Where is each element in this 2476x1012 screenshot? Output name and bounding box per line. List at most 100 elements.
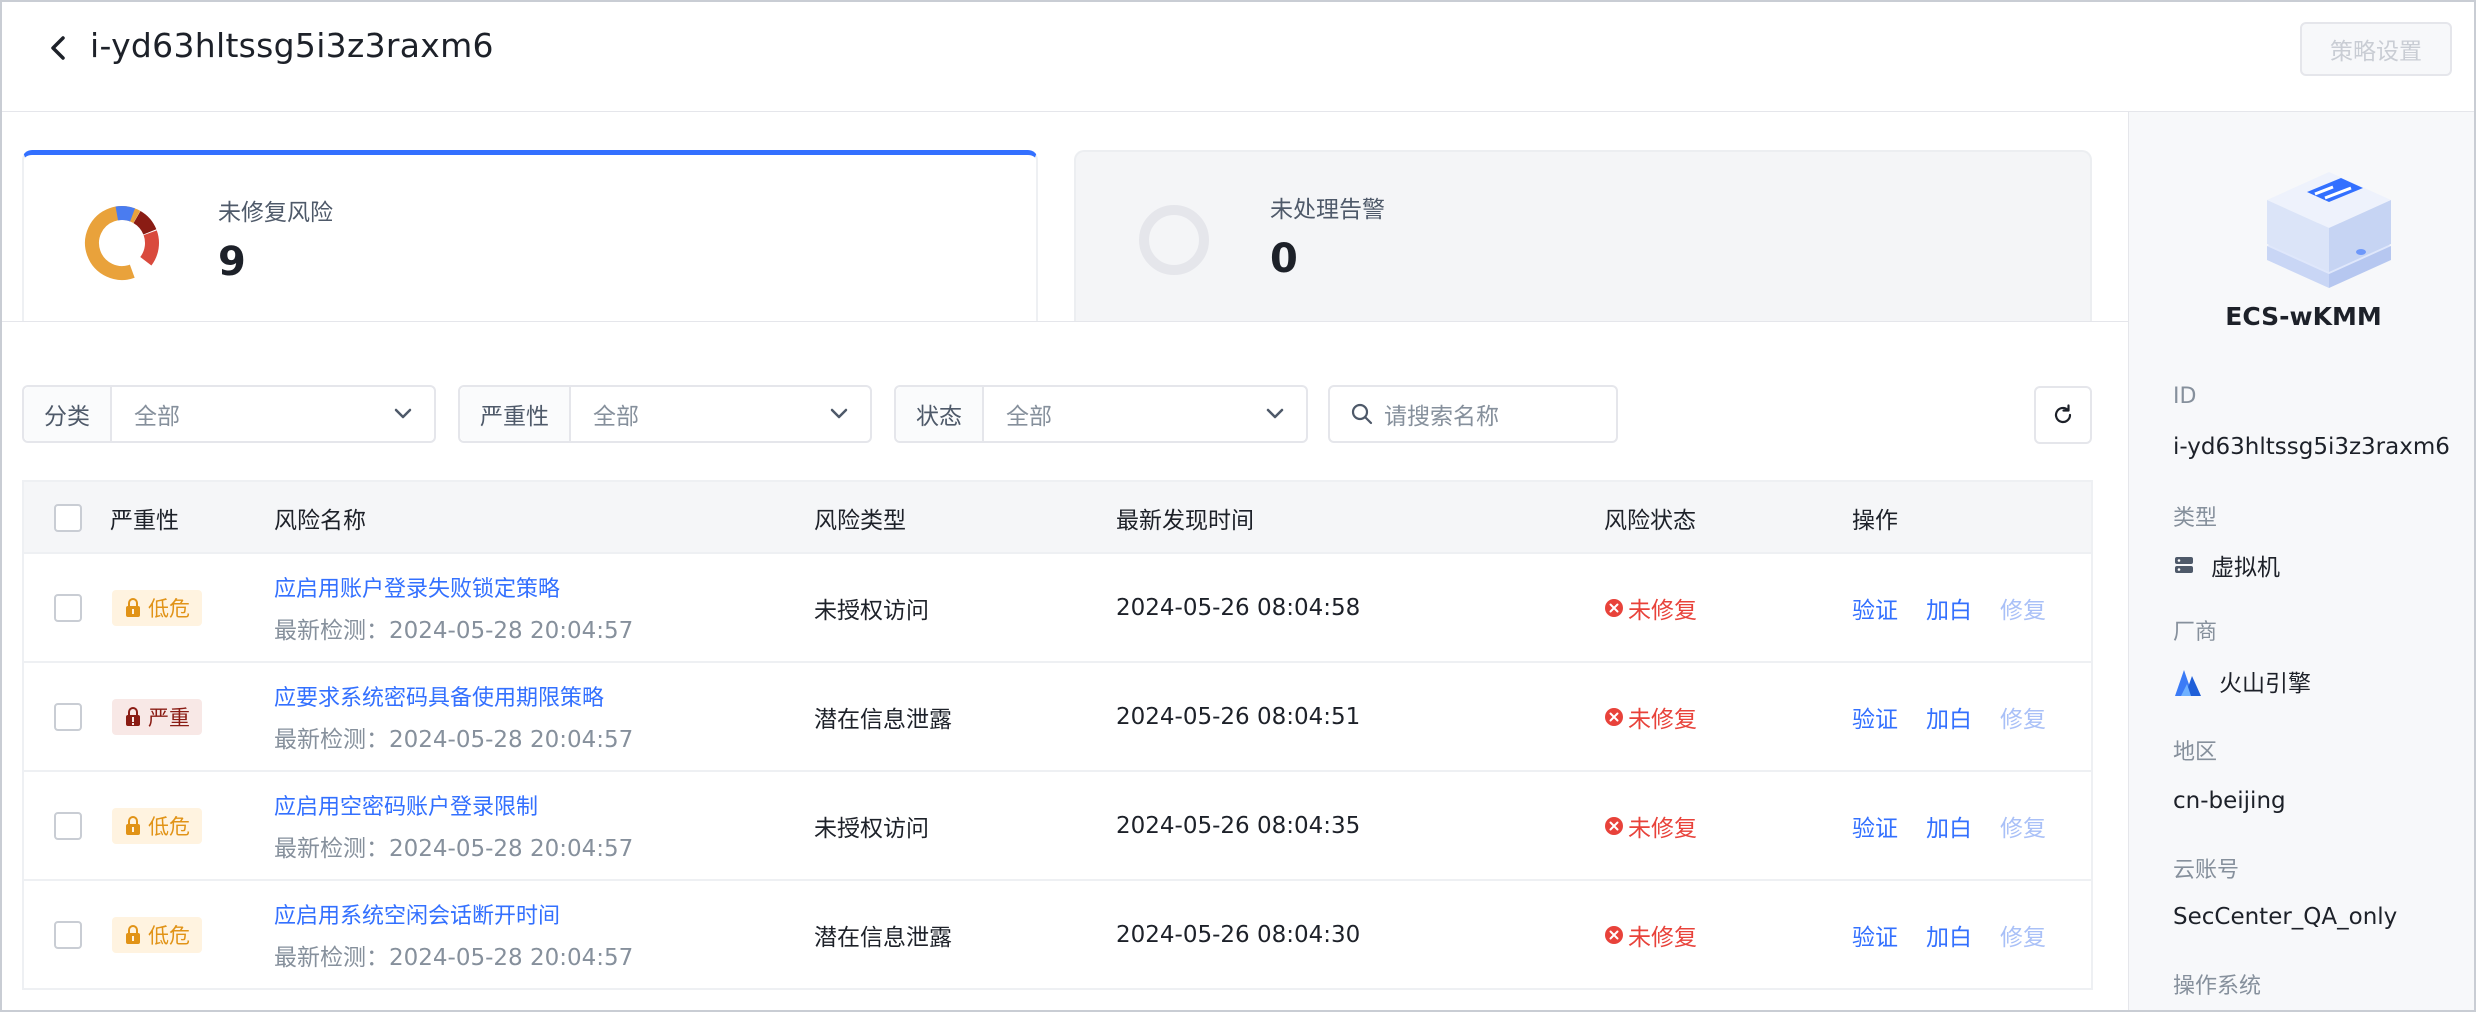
risk-name-link[interactable]: 应启用系统空闲会话断开时间 [274,898,560,930]
section-divider [2,321,2128,322]
volcano-engine-logo-icon [2175,670,2201,696]
found-time: 2024-05-26 08:04:35 [1116,812,1361,839]
last-check-time: 最新检测：2024-05-28 20:04:57 [274,944,634,971]
status-filter[interactable]: 状态 全部 [894,385,1308,443]
row-checkbox[interactable] [54,593,82,622]
last-check-time: 最新检测：2024-05-28 20:04:57 [274,617,634,644]
type-value-row: 虚拟机 [2173,548,2280,582]
row-checkbox[interactable] [54,920,82,949]
verify-button[interactable]: 验证 [1852,700,1898,734]
severity-badge: 低危 [112,916,202,953]
risk-donut-chart [85,206,159,280]
vendor-value: 火山引擎 [2219,671,2311,697]
select-all-checkbox-cell[interactable] [54,482,82,554]
category-filter[interactable]: 分类 全部 [22,385,436,443]
found-time: 2024-05-26 08:04:30 [1116,921,1361,948]
found-time: 2024-05-26 08:04:58 [1116,594,1361,621]
vendor-label: 厂商 [2173,620,2218,645]
whitelist-button[interactable]: 加白 [1926,809,1972,843]
whitelist-button[interactable]: 加白 [1926,700,1972,734]
table-row: 低危 应启用系统空闲会话断开时间 最新检测：2024-05-28 20:04:5… [24,881,2091,990]
whitelist-button[interactable]: 加白 [1926,918,1972,952]
chevron-down-icon [830,408,848,419]
table-row: 低危 应启用账户登录失败锁定策略 最新检测：2024-05-28 20:04:5… [24,554,2091,663]
status-badge: 未修复 [1604,809,1697,843]
status-filter-label: 状态 [896,387,984,441]
alert-donut-chart [1139,205,1209,275]
category-filter-value: 全部 [134,404,180,430]
risk-type: 潜在信息泄露 [814,706,952,733]
severity-filter-value: 全部 [593,404,639,430]
policy-settings-button[interactable]: 策略设置 [2300,22,2452,76]
server-icon [2267,172,2391,288]
type-label: 类型 [2173,506,2218,531]
search-icon [1351,403,1373,425]
severity-filter[interactable]: 严重性 全部 [458,385,872,443]
fix-button[interactable]: 修复 [2000,591,2046,625]
severity-filter-select[interactable]: 全部 [571,387,870,441]
status-badge: 未修复 [1604,700,1697,734]
back-button[interactable] [42,32,74,64]
account-value: SecCenter_QA_only [2173,904,2398,930]
col-severity: 严重性 [110,508,179,534]
risk-table: 严重性 风险名称 风险类型 最新发现时间 风险状态 操作 低危 应启用账户登录失… [22,480,2093,990]
fix-button[interactable]: 修复 [2000,809,2046,843]
status-badge: 未修复 [1604,918,1697,952]
status-text: 未修复 [1628,706,1697,733]
table-row: 严重 应要求系统密码具备使用期限策略 最新检测：2024-05-28 20:04… [24,663,2091,772]
error-circle-icon [1605,707,1623,726]
fix-button[interactable]: 修复 [2000,918,2046,952]
unfixed-risk-card[interactable]: 未修复风险 9 [22,150,1038,322]
fix-button[interactable]: 修复 [2000,700,2046,734]
lock-icon [126,597,140,617]
risk-card-count: 9 [218,239,246,285]
risk-name-link[interactable]: 应启用空密码账户登录限制 [274,789,538,821]
last-check-time: 最新检测：2024-05-28 20:04:57 [274,835,634,862]
status-text: 未修复 [1628,924,1697,951]
whitelist-button[interactable]: 加白 [1926,591,1972,625]
severity-badge: 低危 [112,807,202,844]
select-all-checkbox[interactable] [54,504,82,532]
risk-card-label: 未修复风险 [218,200,333,226]
severity-badge: 低危 [112,589,202,626]
asset-name: ECS-wKMM [2225,302,2382,331]
status-text: 未修复 [1628,597,1697,624]
pending-alert-card[interactable]: 未处理告警 0 [1074,150,2092,322]
category-filter-select[interactable]: 全部 [112,387,434,441]
risk-type: 未授权访问 [814,597,929,624]
col-name: 风险名称 [274,508,366,534]
error-circle-icon [1605,925,1623,944]
severity-text: 低危 [148,814,190,839]
verify-button[interactable]: 验证 [1852,918,1898,952]
risk-name-link[interactable]: 应要求系统密码具备使用期限策略 [274,680,604,712]
page-title: i-yd63hltssg5i3z3raxm6 [90,26,494,65]
table-row: 低危 应启用空密码账户登录限制 最新检测：2024-05-28 20:04:57… [24,772,2091,881]
vendor-value-row: 火山引擎 [2173,664,2311,698]
page: i-yd63hltssg5i3z3raxm6 策略设置 未修复风险 9 未处理告… [0,0,2476,1012]
severity-text: 低危 [148,596,190,621]
search-input[interactable]: 请搜索名称 [1328,385,1618,443]
region-label: 地区 [2173,740,2218,765]
row-checkbox[interactable] [54,811,82,840]
risk-name-link[interactable]: 应启用账户登录失败锁定策略 [274,571,560,603]
alert-card-label: 未处理告警 [1270,197,1385,223]
status-filter-select[interactable]: 全部 [984,387,1306,441]
account-label: 云账号 [2173,858,2240,883]
chevron-left-icon [51,36,65,60]
verify-button[interactable]: 验证 [1852,591,1898,625]
last-check-time: 最新检测：2024-05-28 20:04:57 [274,726,634,753]
refresh-button[interactable] [2034,386,2092,444]
row-checkbox[interactable] [54,702,82,731]
lock-icon [126,815,140,835]
lock-icon [126,924,140,944]
severity-filter-label: 严重性 [460,387,571,441]
error-circle-icon [1605,816,1623,835]
server-rack-icon [2175,557,2193,573]
severity-text: 严重 [148,705,190,730]
table-header: 严重性 风险名称 风险类型 最新发现时间 风险状态 操作 [24,480,2091,554]
col-type: 风险类型 [814,508,906,534]
severity-badge: 严重 [112,698,202,735]
col-ops: 操作 [1852,508,1898,534]
verify-button[interactable]: 验证 [1852,809,1898,843]
region-value: cn-beijing [2173,788,2286,814]
